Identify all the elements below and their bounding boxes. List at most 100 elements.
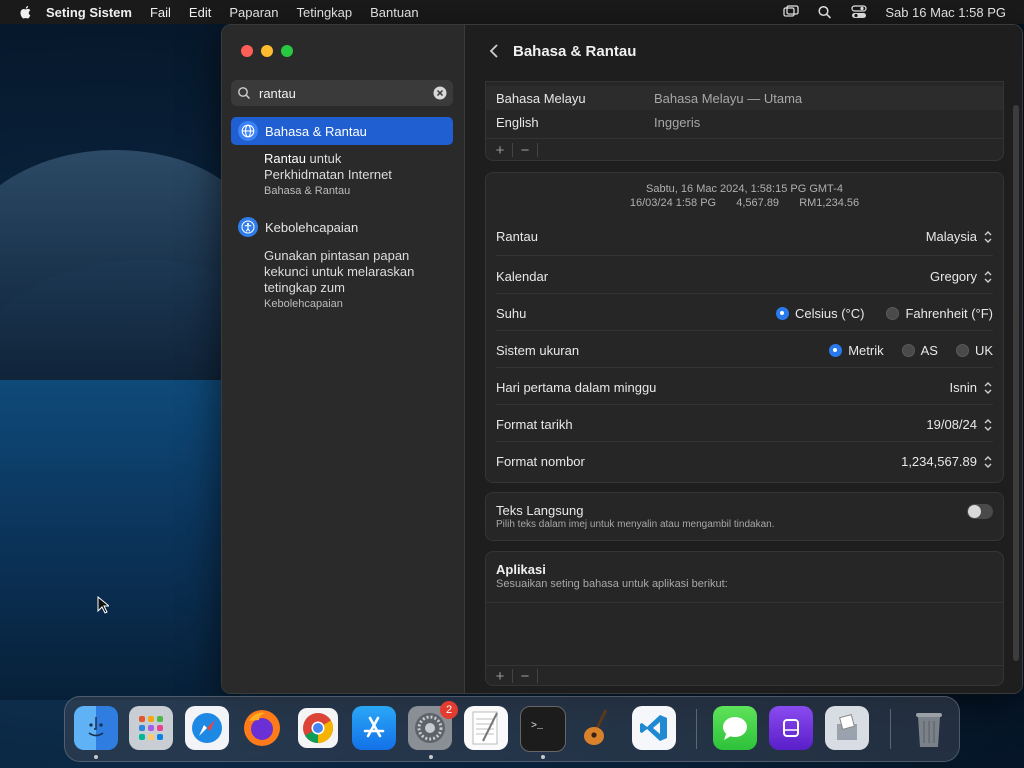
uk-label[interactable]: UK	[975, 343, 993, 358]
region-value: Malaysia	[925, 229, 977, 244]
menu-tetingkap[interactable]: Tetingkap	[296, 5, 352, 20]
result-line1: Gunakan pintasan papan	[264, 248, 410, 263]
zoom-button[interactable]	[281, 45, 293, 57]
language-desc: Bahasa Melayu — Utama	[654, 90, 803, 106]
number-format-row: Format nombor 1,234,567.89	[496, 454, 993, 469]
language-name: Bahasa Melayu	[496, 90, 586, 106]
sidebar-item-kebolehcapaian[interactable]: Kebolehcapaian	[231, 217, 358, 237]
menu-bantuan[interactable]: Bantuan	[370, 5, 418, 20]
close-button[interactable]	[241, 45, 253, 57]
region-select[interactable]: Malaysia	[926, 229, 993, 244]
launchpad-icon[interactable]	[129, 706, 173, 750]
chrome-icon[interactable]	[296, 706, 340, 750]
menu-edit[interactable]: Edit	[189, 5, 211, 20]
control-center-icon[interactable]	[851, 5, 867, 19]
clear-search-icon[interactable]	[433, 86, 447, 100]
live-text-desc: Pilih teks dalam imej untuk menyalin ata…	[496, 519, 775, 530]
us-label[interactable]: AS	[921, 343, 938, 358]
minimize-button[interactable]	[261, 45, 273, 57]
remove-language-button[interactable]: −	[515, 142, 535, 159]
scrollbar[interactable]	[1013, 105, 1019, 661]
mouse-cursor-icon	[97, 596, 109, 614]
page-title: Bahasa & Rantau	[513, 42, 637, 60]
live-text-group: Teks Langsung Pilih teks dalam imej untu…	[485, 492, 1004, 541]
system-settings-window: rantau Bahasa & Rantau Rantau untuk Perk…	[221, 24, 1023, 694]
finder-icon[interactable]	[74, 706, 118, 750]
language-list: Bahasa Melayu Bahasa Melayu — Utama Engl…	[485, 81, 1004, 161]
apple-icon[interactable]	[18, 4, 34, 20]
menu-fail[interactable]: Fail	[150, 5, 171, 20]
system-settings-icon[interactable]: 2	[408, 701, 458, 750]
textedit-icon[interactable]	[464, 706, 508, 750]
utility-icon[interactable]	[825, 706, 869, 750]
preview-date: 16/03/24 1:58 PG	[629, 197, 717, 209]
language-name: English	[496, 114, 539, 130]
firefox-icon[interactable]	[240, 706, 284, 750]
terminal-icon[interactable]: >_	[520, 706, 566, 752]
remove-application-button[interactable]: −	[515, 668, 535, 685]
applications-desc: Sesuaikan seting bahasa untuk aplikasi b…	[496, 578, 728, 590]
sidebar-item-bahasa-rantau[interactable]: Bahasa & Rantau	[231, 117, 453, 145]
calendar-label: Kalendar	[496, 269, 549, 284]
notification-badge: 2	[440, 701, 458, 719]
search-field[interactable]: rantau	[231, 80, 453, 106]
app-store-icon[interactable]	[352, 706, 396, 750]
first-day-row: Hari pertama dalam minggu Isnin	[496, 380, 993, 395]
svg-text:>_: >_	[531, 721, 544, 732]
result-title-bold: Rantau	[264, 151, 306, 166]
language-row[interactable]: English Inggeris	[486, 110, 1003, 134]
add-language-button[interactable]: +	[490, 142, 510, 159]
temperature-row: Suhu Celsius (°C) Fahrenheit (°F)	[496, 306, 993, 321]
calendar-select[interactable]: Gregory	[930, 269, 993, 284]
first-day-select[interactable]: Isnin	[950, 380, 993, 395]
menu-clock[interactable]: Sab 16 Mac 1:58 PG	[885, 5, 1006, 20]
preview-number: 4,567.89	[736, 197, 780, 209]
format-preview: Sabtu, 16 Mac 2024, 1:58:15 PG GMT-4 16/…	[486, 182, 1003, 210]
result-title-rest: untuk	[305, 151, 342, 166]
menu-paparan[interactable]: Paparan	[229, 5, 278, 20]
result-category: Kebolehcapaian	[264, 298, 343, 310]
result-line3: tetingkap zum	[264, 280, 345, 295]
uk-radio[interactable]	[955, 344, 969, 357]
garageband-icon[interactable]	[576, 706, 620, 750]
chevron-updown-icon	[984, 381, 992, 394]
menu-bar: Seting Sistem Fail Edit Paparan Tetingka…	[0, 0, 1024, 24]
celsius-radio[interactable]	[775, 307, 789, 320]
preview-datetime: Sabtu, 16 Mac 2024, 1:58:15 PG GMT-4	[646, 183, 843, 195]
region-label: Rantau	[496, 229, 538, 244]
metric-label[interactable]: Metrik	[848, 343, 883, 358]
search-result-rantau[interactable]: Rantau untuk Perkhidmatan Internet Bahas…	[264, 151, 392, 199]
date-format-select[interactable]: 19/08/24	[926, 417, 993, 432]
back-button[interactable]	[483, 40, 505, 62]
messages-icon[interactable]	[713, 706, 757, 750]
menu-app-name[interactable]: Seting Sistem	[46, 5, 132, 20]
fahrenheit-radio[interactable]	[886, 307, 900, 320]
application-actions: + −	[490, 666, 993, 686]
chevron-updown-icon	[984, 230, 992, 243]
search-result-zoom[interactable]: Gunakan pintasan papan kekunci untuk mel…	[264, 248, 414, 312]
region-row: Rantau Malaysia	[496, 229, 993, 244]
result-line2: kekunci untuk melaraskan	[264, 264, 415, 279]
add-application-button[interactable]: +	[490, 668, 510, 685]
fahrenheit-label[interactable]: Fahrenheit (°F)	[905, 306, 993, 321]
vscode-icon[interactable]	[632, 706, 676, 750]
language-actions: + −	[490, 140, 993, 160]
date-format-label: Format tarikh	[496, 417, 573, 432]
safari-icon[interactable]	[185, 706, 229, 750]
applications-title: Aplikasi	[496, 562, 546, 577]
number-format-label: Format nombor	[496, 454, 585, 469]
podcasts-icon[interactable]	[769, 706, 813, 750]
metric-radio[interactable]	[829, 344, 843, 357]
celsius-label[interactable]: Celsius (°C)	[795, 306, 864, 321]
screen-mirroring-icon[interactable]	[783, 5, 799, 19]
search-input[interactable]: rantau	[259, 86, 433, 101]
trash-icon[interactable]	[907, 706, 951, 750]
language-row[interactable]: Bahasa Melayu Bahasa Melayu — Utama	[486, 86, 1003, 110]
live-text-toggle[interactable]	[967, 504, 993, 519]
date-format-value: 19/08/24	[926, 417, 977, 432]
us-radio[interactable]	[901, 344, 915, 357]
spotlight-search-icon[interactable]	[817, 5, 833, 19]
number-format-value: 1,234,567.89	[901, 454, 977, 469]
first-day-value: Isnin	[949, 380, 977, 395]
number-format-select[interactable]: 1,234,567.89	[901, 454, 993, 469]
